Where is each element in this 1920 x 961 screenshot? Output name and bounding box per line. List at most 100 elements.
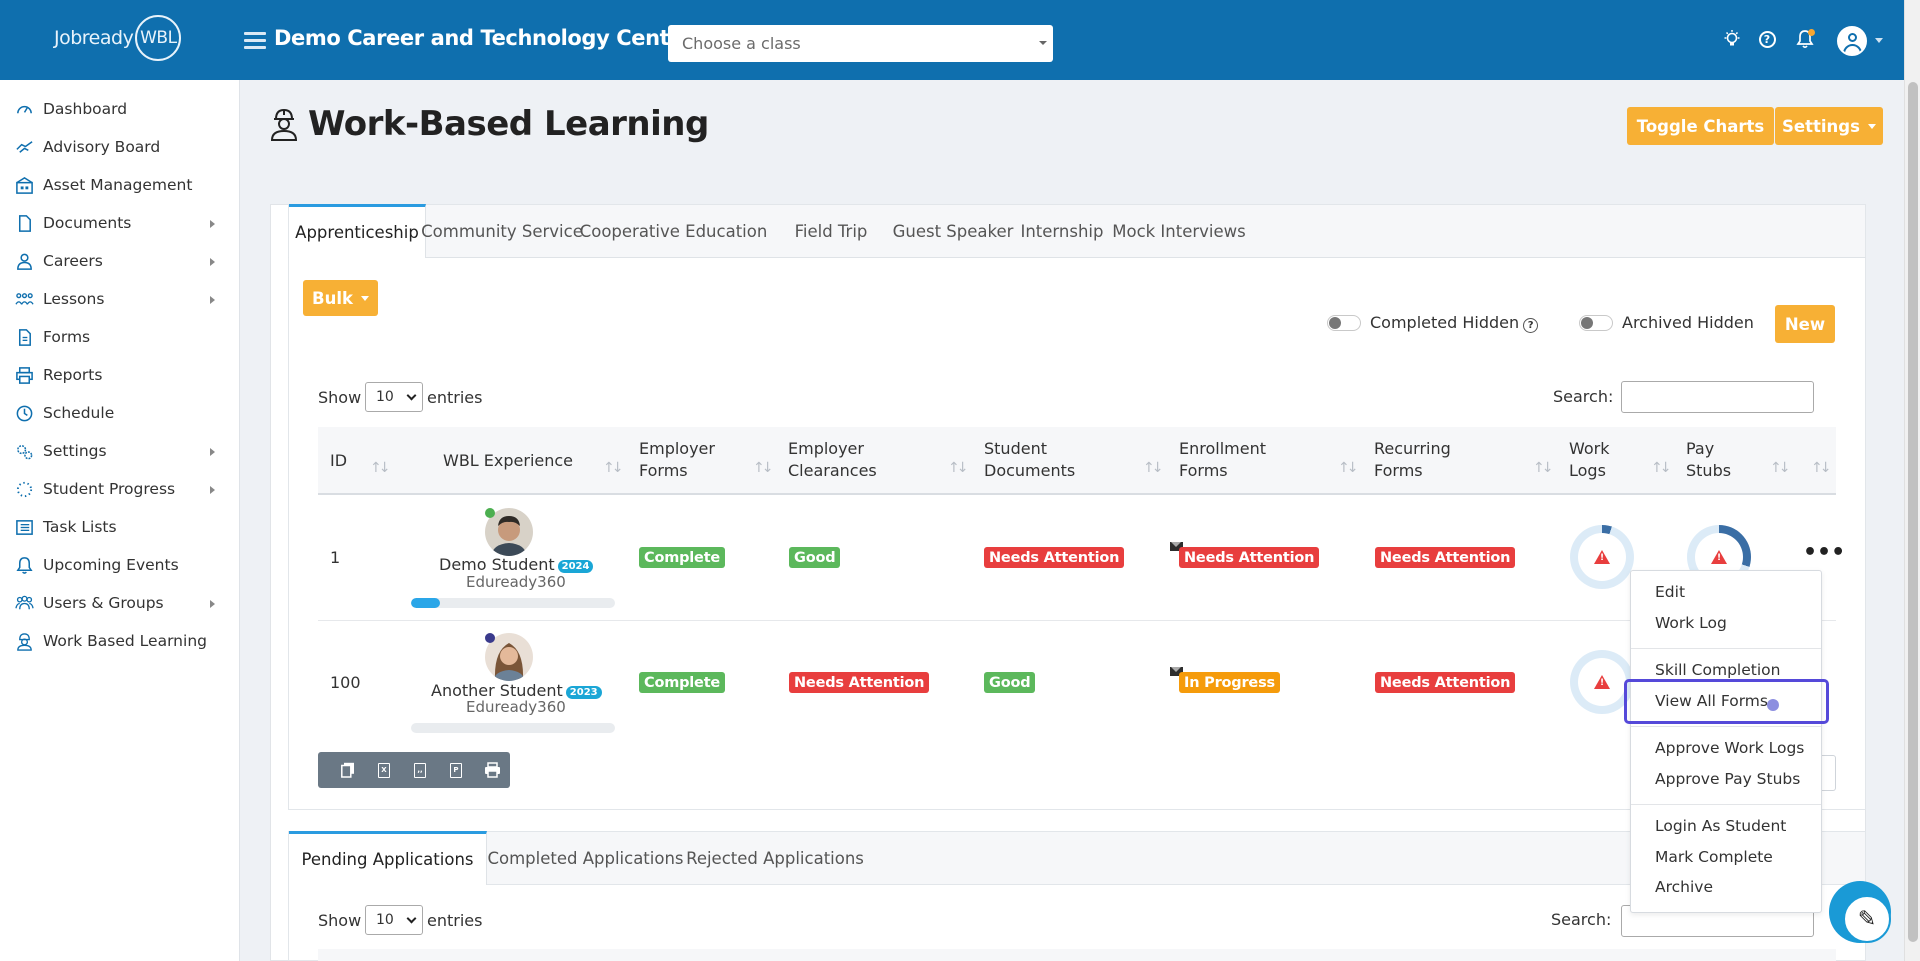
sidebar-item-careers[interactable]: Careers [0, 242, 240, 280]
employer-forms-badge[interactable]: Complete [639, 672, 726, 693]
col-pay-stubs[interactable]: Pay Stubs [1686, 438, 1731, 482]
tab-pending-applications[interactable]: Pending Applications [289, 831, 487, 885]
col-recurring-forms-line1: Recurring [1374, 439, 1451, 458]
student-documents-badge[interactable]: Needs Attention [984, 547, 1125, 568]
sidebar-item-schedule[interactable]: Schedule [0, 394, 240, 432]
menu-item-work-log[interactable]: Work Log [1655, 614, 1727, 632]
employer-forms-badge[interactable]: Complete [639, 547, 726, 568]
tab-internship[interactable]: Internship [1013, 205, 1111, 258]
sidebar-item-dashboard[interactable]: Dashboard [0, 90, 240, 128]
sort-icon[interactable]: ↑↓ [603, 460, 624, 476]
sort-icon[interactable]: ↑↓ [1533, 460, 1554, 476]
entries-select[interactable]: 10 [365, 382, 423, 412]
settings-button[interactable]: Settings [1775, 107, 1883, 145]
employer-clearances-badge[interactable]: Good [789, 547, 841, 568]
sidebar-item-reports[interactable]: Reports [0, 356, 240, 394]
chat-icon[interactable]: ✎ [1843, 895, 1891, 943]
bell-icon[interactable] [1794, 28, 1816, 50]
enrollment-forms-badge[interactable]: Needs Attention [1179, 547, 1320, 568]
class-select[interactable]: Choose a class [668, 25, 1053, 62]
entries-select[interactable]: 10 [365, 905, 423, 935]
sidebar-item-upcoming-events[interactable]: Upcoming Events [0, 546, 240, 584]
tab-apprenticeship[interactable]: Apprenticeship [289, 204, 426, 258]
new-button[interactable]: New [1775, 305, 1835, 343]
col-recurring-forms-line2: Forms [1374, 461, 1423, 480]
work-logs-chart[interactable]: ! [1570, 525, 1634, 589]
recurring-forms-badge[interactable]: Needs Attention [1375, 672, 1516, 693]
sidebar-item-documents[interactable]: Documents [0, 204, 240, 242]
sort-icon[interactable]: ↑↓ [1770, 460, 1791, 476]
tab-mock-interviews[interactable]: Mock Interviews [1111, 205, 1247, 258]
employer-clearances-badge[interactable]: Needs Attention [789, 672, 930, 693]
pagination-button[interactable] [1820, 755, 1836, 791]
student-documents-badge[interactable]: Good [984, 672, 1036, 693]
tab-completed-applications[interactable]: Completed Applications [487, 832, 684, 885]
col-work-logs[interactable]: Work Logs [1569, 438, 1610, 482]
bulk-button[interactable]: Bulk [303, 280, 378, 316]
chevron-down-icon[interactable] [1875, 38, 1883, 43]
help-icon[interactable]: ? [1756, 28, 1778, 50]
user-avatar[interactable] [1837, 26, 1867, 56]
col-recurring-forms[interactable]: Recurring Forms [1374, 438, 1451, 482]
sidebar-item-users-groups[interactable]: Users & Groups [0, 584, 240, 622]
chevron-right-icon [210, 600, 215, 608]
row-actions-button[interactable]: ••• [1803, 542, 1845, 564]
tab-field-trip[interactable]: Field Trip [769, 205, 893, 258]
sort-icon[interactable]: ↑↓ [1811, 460, 1832, 476]
search-input[interactable] [1621, 381, 1814, 413]
sidebar-item-forms[interactable]: Forms [0, 318, 240, 356]
copy-icon[interactable] [330, 752, 366, 788]
csv-icon[interactable]: ,, [402, 752, 438, 788]
enrollment-forms-badge[interactable]: In Progress [1179, 672, 1280, 693]
col-employer-clearances[interactable]: Employer Clearances [788, 438, 877, 482]
scrollbar-thumb[interactable] [1908, 82, 1918, 942]
menu-toggle-icon[interactable] [244, 32, 266, 50]
help-icon[interactable]: ? [1523, 318, 1539, 333]
sidebar-item-advisory-board[interactable]: Advisory Board [0, 128, 240, 166]
sort-icon[interactable]: ↑↓ [753, 460, 774, 476]
col-id[interactable]: ID [330, 450, 347, 472]
archived-hidden-toggle[interactable] [1579, 315, 1613, 331]
pdf-icon[interactable]: P [438, 752, 474, 788]
menu-item-approve-pay-stubs[interactable]: Approve Pay Stubs [1655, 770, 1800, 788]
sort-icon[interactable]: ↑↓ [948, 460, 969, 476]
sidebar-item-work-based-learning[interactable]: Work Based Learning [0, 622, 240, 660]
sidebar-item-lessons[interactable]: Lessons [0, 280, 240, 318]
tab-rejected-applications[interactable]: Rejected Applications [684, 832, 866, 885]
cursor-indicator [1767, 699, 1779, 711]
excel-icon[interactable]: X [366, 752, 402, 788]
tab-cooperative-education[interactable]: Cooperative Education [578, 205, 769, 258]
completed-hidden-toggle[interactable] [1327, 315, 1361, 331]
menu-item-approve-work-logs[interactable]: Approve Work Logs [1655, 739, 1804, 757]
entries-value: 10 [376, 389, 394, 405]
col-enrollment-forms[interactable]: Enrollment Forms [1179, 438, 1266, 482]
sidebar-item-student-progress[interactable]: Student Progress [0, 470, 240, 508]
sidebar-item-task-lists[interactable]: Task Lists [0, 508, 240, 546]
sidebar-item-label: Documents [43, 214, 132, 232]
col-wbl-experience[interactable]: WBL Experience [443, 450, 573, 472]
sidebar-item-asset-management[interactable]: Asset Management [0, 166, 240, 204]
menu-item-mark-complete[interactable]: Mark Complete [1655, 848, 1773, 866]
app-logo[interactable]: Jobready WBL [54, 15, 182, 61]
menu-item-edit[interactable]: Edit [1655, 583, 1685, 601]
col-student-documents[interactable]: Student Documents [984, 438, 1075, 482]
recurring-forms-badge[interactable]: Needs Attention [1375, 547, 1516, 568]
menu-item-login-as-student[interactable]: Login As Student [1655, 817, 1786, 835]
sort-icon[interactable]: ↑↓ [370, 460, 391, 476]
menu-item-archive[interactable]: Archive [1655, 878, 1713, 896]
sort-icon[interactable]: ↑↓ [1143, 460, 1164, 476]
sidebar-item-settings[interactable]: Settings [0, 432, 240, 470]
lightbulb-icon[interactable] [1721, 28, 1743, 50]
tab-community-service[interactable]: Community Service [421, 205, 583, 258]
logo-badge: WBL [135, 15, 182, 61]
toggle-charts-button[interactable]: Toggle Charts [1627, 107, 1774, 145]
search-label: Search: [1551, 910, 1612, 929]
sort-icon[interactable]: ↑↓ [1651, 460, 1672, 476]
sort-icon[interactable]: ↑↓ [1338, 460, 1359, 476]
tab-guest-speaker[interactable]: Guest Speaker [893, 205, 1014, 258]
col-employer-forms[interactable]: Employer Forms [639, 438, 715, 482]
student-name[interactable]: Demo Student 2024 [439, 555, 594, 574]
menu-item-skill-completion[interactable]: Skill Completion [1655, 661, 1780, 679]
page-scrollbar[interactable] [1904, 0, 1920, 961]
print-icon[interactable] [474, 752, 510, 788]
